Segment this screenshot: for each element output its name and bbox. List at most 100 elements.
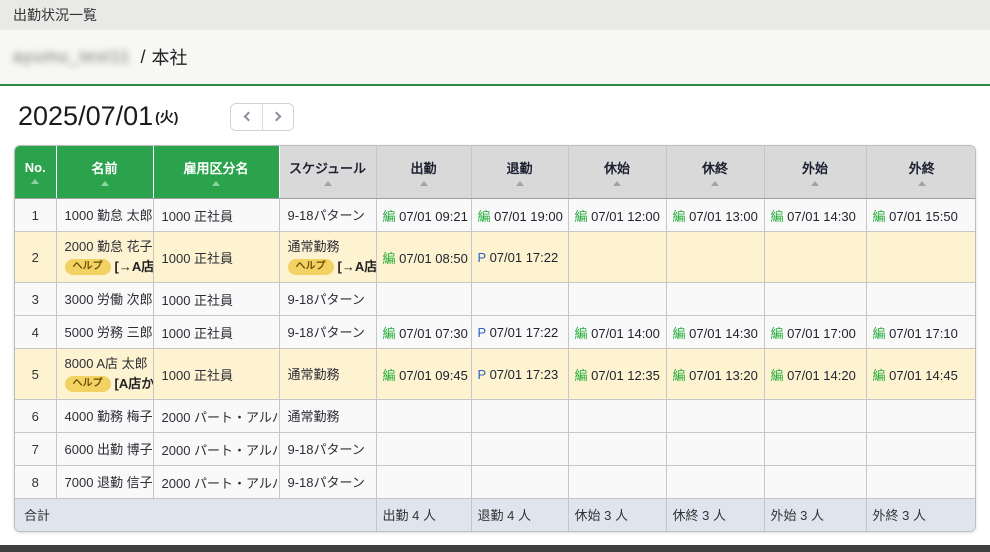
sort-asc-icon <box>420 181 428 186</box>
cell-clock-out: 編 07/01 19:00 <box>471 199 568 232</box>
time-value: 07/01 08:50 <box>399 251 468 266</box>
cell-outing-start <box>764 400 866 433</box>
total-break-start: 休始 3 人 <box>568 499 666 531</box>
cell-clock-in <box>376 433 471 466</box>
prev-day-button[interactable] <box>231 104 262 130</box>
header-row: No. 名前 雇用区分名スケジュール出勤退勤休始休終外始 外終 <box>15 146 976 199</box>
cell-employment: 2000 パート・アルバイト <box>153 400 279 433</box>
column-header-break-end[interactable]: 休終 <box>666 146 764 199</box>
cell-break-start <box>568 283 666 316</box>
cell-outing-start: 編 07/01 14:30 <box>764 199 866 232</box>
chevron-left-icon <box>244 112 254 122</box>
cell-name: 1000 勤怠 太郎 <box>56 199 153 232</box>
edited-mark: 編 <box>673 209 686 224</box>
edited-mark: 編 <box>771 326 784 341</box>
table-row: 76000 出勤 博子2000 パート・アルバイト9-18パターン <box>15 433 976 466</box>
column-header-break-start[interactable]: 休始 <box>568 146 666 199</box>
transfer-note: [→A店] <box>338 256 377 277</box>
table-row: 58000 A店 太郎ヘルプ[A店から]1000 正社員通常勤務編 07/01 … <box>15 349 976 400</box>
time-value: 07/01 14:30 <box>689 326 758 341</box>
cell-no: 3 <box>15 283 56 316</box>
cell-outing-start <box>764 433 866 466</box>
cell-break-end: 編 07/01 13:00 <box>666 199 764 232</box>
time-value: 07/01 17:22 <box>490 250 559 265</box>
bottom-bar <box>0 545 990 552</box>
cell-break-end <box>666 433 764 466</box>
edited-mark: 編 <box>575 368 588 383</box>
time-value: 07/01 09:45 <box>399 368 468 383</box>
time-value: 07/01 17:00 <box>787 326 856 341</box>
cell-employment: 1000 正社員 <box>153 232 279 283</box>
cell-outing-start <box>764 466 866 499</box>
cell-clock-in <box>376 283 471 316</box>
edited-mark: 編 <box>383 326 396 341</box>
sort-asc-icon <box>101 181 109 186</box>
edited-mark: 編 <box>383 209 396 224</box>
column-header-clock-out[interactable]: 退勤 <box>471 146 568 199</box>
edited-mark: 編 <box>575 209 588 224</box>
time-value: 07/01 14:20 <box>787 368 856 383</box>
total-break-end: 休終 3 人 <box>666 499 764 531</box>
cell-clock-in <box>376 466 471 499</box>
column-header-employment[interactable]: 雇用区分名 <box>153 146 279 199</box>
app-title-bar: 出勤状況一覧 <box>0 0 990 30</box>
edited-mark: 編 <box>673 368 686 383</box>
help-badge: ヘルプ <box>65 259 111 275</box>
cell-schedule: 通常勤務 <box>279 349 376 400</box>
cell-schedule: 9-18パターン <box>279 466 376 499</box>
cell-clock-out: P 07/01 17:23 <box>471 349 568 400</box>
time-value: 07/01 15:50 <box>889 209 958 224</box>
total-clock-in: 出勤 4 人 <box>376 499 471 531</box>
time-value: 07/01 17:22 <box>490 325 559 340</box>
time-value: 07/01 13:00 <box>689 209 758 224</box>
cell-outing-end <box>866 400 976 433</box>
column-header-outing-start[interactable]: 外始 <box>764 146 866 199</box>
table-row: 11000 勤怠 太郎1000 正社員9-18パターン編 07/01 09:21… <box>15 199 976 232</box>
time-value: 07/01 12:00 <box>591 209 660 224</box>
help-badge: ヘルプ <box>288 259 334 275</box>
edited-mark: 編 <box>673 326 686 341</box>
current-weekday: (火) <box>155 107 178 127</box>
punch-mark: P <box>478 250 486 265</box>
time-value: 07/01 12:35 <box>591 368 660 383</box>
time-value: 07/01 14:30 <box>787 209 856 224</box>
cell-employment: 2000 パート・アルバイト <box>153 466 279 499</box>
cell-schedule: 通常勤務ヘルプ[→A店] <box>279 232 376 283</box>
cell-outing-end <box>866 466 976 499</box>
current-date: 2025/07/01 <box>18 101 153 132</box>
cell-clock-in: 編 07/01 07:30 <box>376 316 471 349</box>
column-header-name[interactable]: 名前 <box>56 146 153 199</box>
edited-mark: 編 <box>383 368 396 383</box>
column-header-no[interactable]: No. <box>15 146 56 199</box>
column-label: 名前 <box>91 158 117 177</box>
cell-break-start <box>568 466 666 499</box>
cell-schedule: 通常勤務 <box>279 400 376 433</box>
cell-employment: 1000 正社員 <box>153 349 279 400</box>
column-header-clock-in[interactable]: 出勤 <box>376 146 471 199</box>
total-outing-end: 外終 3 人 <box>866 499 976 531</box>
cell-schedule: 9-18パターン <box>279 433 376 466</box>
sort-asc-icon <box>711 181 719 186</box>
cell-no: 2 <box>15 232 56 283</box>
time-value: 07/01 09:21 <box>399 209 468 224</box>
cell-no: 8 <box>15 466 56 499</box>
cell-clock-out: P 07/01 17:22 <box>471 232 568 283</box>
edited-mark: 編 <box>478 209 491 224</box>
column-header-outing-end[interactable]: 外終 <box>866 146 976 199</box>
edited-mark: 編 <box>575 326 588 341</box>
breadcrumb-location: 本社 <box>152 44 188 70</box>
day-nav <box>230 103 294 131</box>
column-label: 外終 <box>909 158 935 177</box>
column-header-schedule[interactable]: スケジュール <box>279 146 376 199</box>
sort-asc-icon <box>811 181 819 186</box>
cell-outing-start: 編 07/01 14:20 <box>764 349 866 400</box>
cell-no: 4 <box>15 316 56 349</box>
time-value: 07/01 14:45 <box>889 368 958 383</box>
table-row: 45000 労務 三郎1000 正社員9-18パターン編 07/01 07:30… <box>15 316 976 349</box>
next-day-button[interactable] <box>262 104 293 130</box>
transfer-note: [A店から] <box>115 373 154 394</box>
cell-clock-out <box>471 433 568 466</box>
table-row: 87000 退勤 信子2000 パート・アルバイト9-18パターン <box>15 466 976 499</box>
chevron-right-icon <box>272 112 282 122</box>
help-badge: ヘルプ <box>65 376 111 392</box>
